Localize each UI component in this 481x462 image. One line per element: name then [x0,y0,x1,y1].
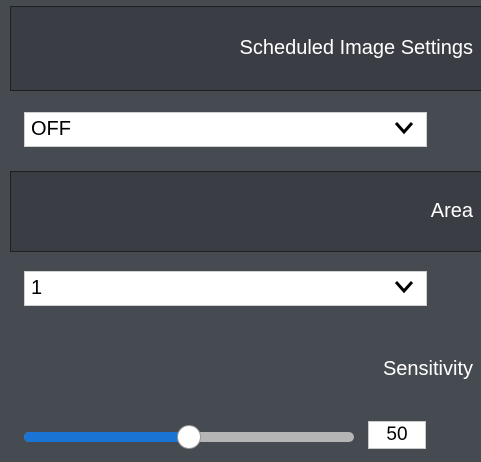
chevron-down-icon [394,281,414,294]
chevron-down-icon [394,122,414,135]
settings-panel: Scheduled Image Settings OFF Area 1 Sens… [0,0,481,462]
scheduled-image-settings-header: Scheduled Image Settings [10,6,481,91]
scheduled-image-settings-title: Scheduled Image Settings [239,37,474,59]
area-select-value: 1 [31,277,43,299]
slider-thumb[interactable] [177,425,201,449]
sensitivity-value-field[interactable] [368,421,426,449]
sensitivity-slider[interactable] [24,423,354,451]
slider-fill [24,432,189,442]
scheduled-image-mode-value: OFF [31,118,71,140]
area-header: Area [10,171,481,252]
sensitivity-label: Sensitivity [382,358,473,380]
area-select[interactable]: 1 [24,271,427,306]
area-title: Area [430,200,473,222]
scheduled-image-mode-select[interactable]: OFF [24,112,427,147]
